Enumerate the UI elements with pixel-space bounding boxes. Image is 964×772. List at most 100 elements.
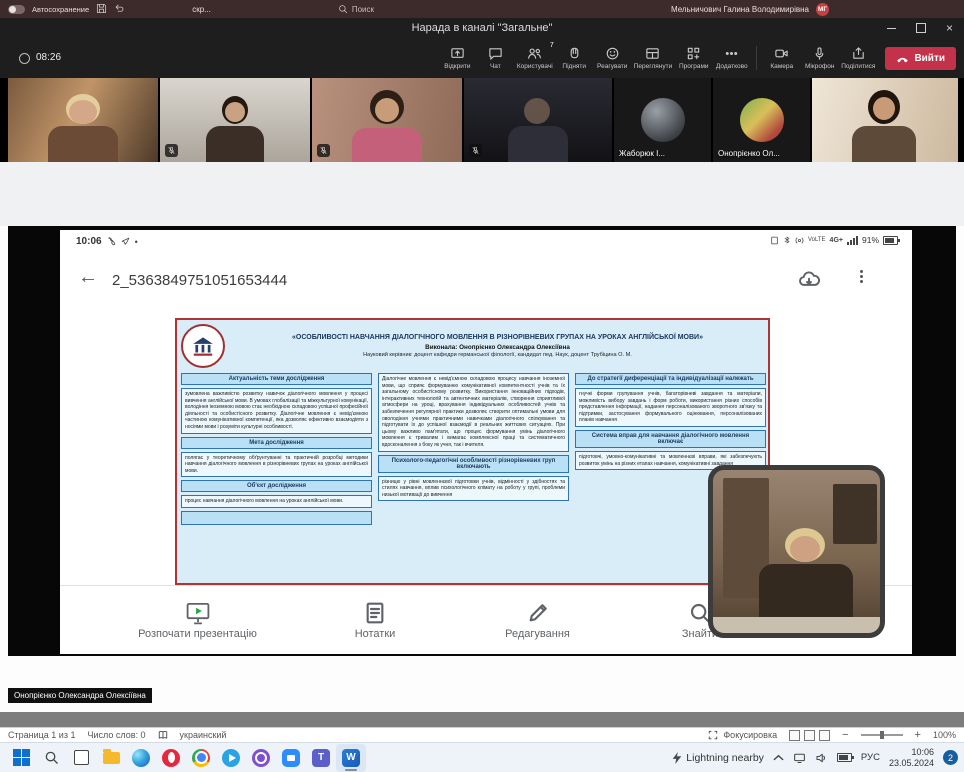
ellipsis-icon	[724, 46, 739, 61]
leave-button[interactable]: Вийти	[885, 47, 956, 70]
task-view-icon	[74, 750, 89, 765]
zoom-level[interactable]: 100%	[933, 730, 956, 740]
people-count-badge: 7	[550, 42, 554, 49]
battery-percent: 91%	[862, 235, 879, 245]
clock[interactable]: 10:06 23.05.2024	[889, 747, 934, 769]
word-canvas-gap	[0, 712, 964, 727]
video-tile-3[interactable]	[312, 78, 462, 162]
raise-hand-icon	[567, 46, 582, 61]
zoom-out-button[interactable]: −	[842, 729, 848, 741]
word-button[interactable]: W	[336, 744, 366, 772]
video-tile-1[interactable]	[8, 78, 158, 162]
user-name: Мельничович Галина Володимирівна	[671, 5, 809, 14]
undo-icon[interactable]	[114, 3, 125, 16]
react-button[interactable]: Реагувати	[594, 39, 631, 77]
document-title: 2_5363849751051653444	[112, 272, 287, 289]
word-count[interactable]: Число слов: 0	[87, 730, 145, 740]
meeting-timer: 08:26	[36, 52, 61, 63]
self-view-video[interactable]	[708, 465, 885, 638]
volume-icon[interactable]	[815, 752, 828, 764]
telegram-button[interactable]	[216, 744, 246, 772]
teams-icon: T	[312, 749, 330, 767]
taskbar-search-button[interactable]	[36, 744, 66, 772]
folder-icon	[103, 752, 120, 764]
system-tray: Lightning nearby РУС 10:06 23.05.2024 2	[672, 747, 958, 769]
word-search-label: Поиск	[352, 5, 374, 14]
edge-button[interactable]	[126, 744, 156, 772]
zoom-in-button[interactable]: +	[915, 729, 921, 741]
view-button[interactable]: Переглянути	[632, 39, 675, 77]
start-presentation-button[interactable]: Розпочати презентацію	[100, 601, 295, 640]
nearby-share-status[interactable]: Lightning nearby	[672, 752, 764, 764]
section-heading: Актуальність теми дослідження	[181, 373, 372, 385]
close-button[interactable]: ×	[935, 18, 964, 38]
overflow-menu-button[interactable]	[860, 270, 863, 283]
presenter-name-label: Онопрієнко Олександра Олексіївна	[8, 688, 152, 703]
teams-toolbar: 08:26 Відкрити Чат 7 Користувачі Підняти	[0, 38, 964, 78]
language-indicator[interactable]: украинский	[180, 730, 227, 740]
view-switcher[interactable]	[789, 730, 830, 741]
document-name[interactable]: скр...	[192, 5, 211, 14]
camera-button[interactable]: Камера	[763, 39, 800, 77]
hangup-icon	[896, 52, 909, 65]
proofing-icon	[158, 730, 168, 740]
teams-button[interactable]: T	[306, 744, 336, 772]
display-icon[interactable]	[793, 752, 806, 764]
toolbar-divider	[756, 46, 757, 70]
people-button[interactable]: 7 Користувачі	[515, 39, 555, 77]
apps-icon	[686, 46, 701, 61]
word-search[interactable]: Поиск	[338, 4, 374, 14]
task-view-button[interactable]	[66, 744, 96, 772]
start-button[interactable]	[6, 744, 36, 772]
avatar[interactable]: МГ	[816, 3, 829, 16]
chrome-button[interactable]	[186, 744, 216, 772]
apps-button[interactable]: Програми	[675, 39, 712, 77]
chat-icon	[488, 46, 503, 61]
avatar-tile-2[interactable]: Онопрієнко Ол...	[713, 78, 810, 162]
minimize-button[interactable]	[877, 18, 906, 38]
edge-icon	[132, 749, 150, 767]
chat-button[interactable]: Чат	[477, 39, 514, 77]
zoom-slider[interactable]	[861, 734, 903, 736]
poster-advisor: Науковий керівник: доцент кафедри герман…	[231, 352, 764, 358]
language-switcher[interactable]: РУС	[861, 752, 880, 763]
cloud-download-icon	[798, 270, 820, 290]
tray-battery-icon[interactable]	[837, 753, 852, 762]
hidden-icons-chevron[interactable]	[773, 754, 784, 762]
video-tile-4[interactable]	[464, 78, 612, 162]
camera-icon	[774, 46, 789, 61]
notification-badge[interactable]: 2	[943, 750, 958, 765]
share-button[interactable]: Поділитися	[839, 39, 877, 77]
edit-button[interactable]: Редагування	[455, 601, 620, 640]
viber-button[interactable]	[246, 744, 276, 772]
smiley-icon	[605, 46, 620, 61]
raise-hand-button[interactable]: Підняти	[556, 39, 593, 77]
zoom-button[interactable]	[276, 744, 306, 772]
notes-button[interactable]: Нотатки	[295, 601, 455, 640]
file-explorer-button[interactable]	[96, 744, 126, 772]
focus-mode-button[interactable]: Фокусировка	[708, 730, 777, 740]
more-button[interactable]: Додатково	[713, 39, 750, 77]
section-heading-clipped	[181, 511, 372, 525]
opera-button[interactable]	[156, 744, 186, 772]
teams-stage-margin	[0, 162, 964, 226]
share-icon	[851, 46, 866, 61]
section-text: зумовлена важливістю розвитку навичок ді…	[181, 388, 372, 434]
autosave-toggle[interactable]	[8, 5, 25, 14]
teams-titlebar[interactable]: Нарада в каналі "Загальне"	[0, 18, 964, 38]
save-icon[interactable]	[96, 3, 107, 16]
microphone-button[interactable]: Мікрофон	[801, 39, 838, 77]
avatar-tile-1[interactable]: Жаборюк І...	[614, 78, 711, 162]
section-heading: Мета дослідження	[181, 437, 372, 449]
open-button[interactable]: Відкрити	[439, 39, 476, 77]
maximize-button[interactable]	[906, 18, 935, 38]
cloud-download-button[interactable]	[798, 270, 820, 295]
desktop-screen: Автосохранение скр... Поиск Мельничович …	[0, 0, 964, 772]
windows-logo-icon	[13, 749, 30, 766]
video-tile-5[interactable]	[812, 78, 958, 162]
back-button[interactable]: ←	[78, 266, 98, 289]
poster-column-middle: Діалогічне мовлення є невід'ємною складо…	[378, 373, 569, 525]
page-indicator[interactable]: Страница 1 из 1	[8, 730, 75, 740]
participant-strip: Жаборюк І... Онопрієнко Ол...	[0, 78, 964, 162]
video-tile-2[interactable]	[160, 78, 310, 162]
